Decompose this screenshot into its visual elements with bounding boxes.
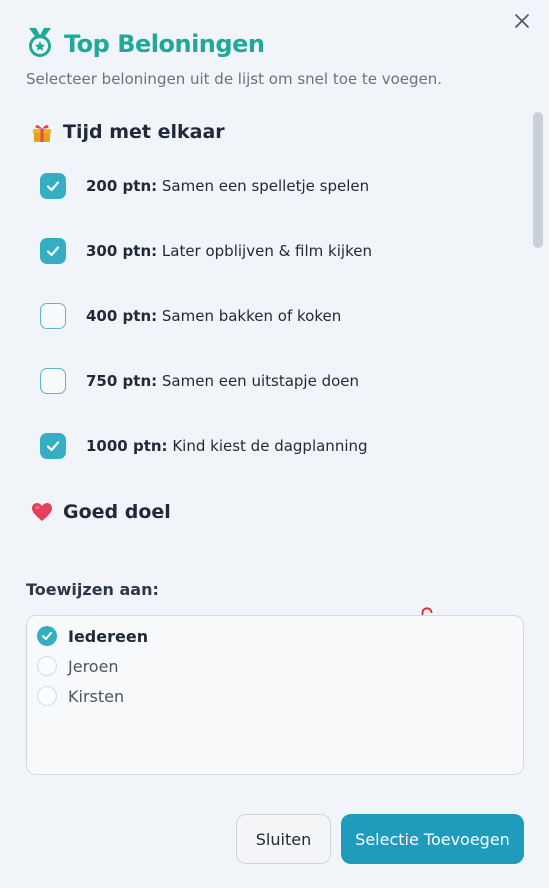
reward-item-400[interactable]: 400 ptn: Samen bakken of koken	[40, 301, 341, 331]
heart-icon	[30, 500, 54, 524]
add-selection-button[interactable]: Selectie Toevoegen	[341, 814, 524, 864]
category-label: Tijd met elkaar	[63, 121, 225, 143]
close-button[interactable]: Sluiten	[236, 814, 331, 864]
reward-list[interactable]: Tijd met elkaar 200 ptn: Samen een spell…	[26, 110, 531, 540]
assignee-option-jeroen[interactable]: Jeroen	[37, 655, 119, 677]
assignee-list: Iedereen Jeroen Kirsten	[26, 615, 524, 775]
checkbox-checked[interactable]	[40, 238, 66, 264]
assign-label: Toewijzen aan:	[26, 580, 159, 599]
category-header-tijd-met-elkaar: Tijd met elkaar	[30, 120, 225, 144]
gift-icon	[30, 120, 54, 144]
assignee-name: Kirsten	[68, 686, 125, 706]
reward-item-300[interactable]: 300 ptn: Later opblijven & film kijken	[40, 236, 372, 266]
scrollbar-thumb[interactable]	[533, 112, 543, 248]
assignee-name: Iedereen	[68, 626, 149, 646]
close-icon[interactable]	[511, 10, 533, 32]
reward-label: 200 ptn: Samen een spelletje spelen	[86, 177, 370, 195]
reward-item-200[interactable]: 200 ptn: Samen een spelletje spelen	[40, 171, 369, 201]
checkbox-checked[interactable]	[40, 433, 66, 459]
dialog-subtitle: Selecteer beloningen uit de lijst om sne…	[26, 70, 443, 88]
reward-label: 400 ptn: Samen bakken of koken	[86, 307, 342, 325]
category-header-goed-doel: Goed doel	[30, 500, 171, 524]
assignee-option-iedereen[interactable]: Iedereen	[37, 625, 148, 647]
reward-item-1000[interactable]: 1000 ptn: Kind kiest de dagplanning	[40, 431, 368, 461]
reward-item-750[interactable]: 750 ptn: Samen een uitstapje doen	[40, 366, 359, 396]
checkbox-checked[interactable]	[40, 173, 66, 199]
category-label: Goed doel	[63, 501, 171, 523]
checkbox-unchecked[interactable]	[40, 303, 66, 329]
radio-unselected[interactable]	[37, 686, 57, 706]
reward-label: 300 ptn: Later opblijven & film kijken	[86, 242, 372, 260]
assignee-name: Jeroen	[68, 656, 119, 676]
assignee-option-kirsten[interactable]: Kirsten	[37, 685, 124, 707]
radio-unselected[interactable]	[37, 656, 57, 676]
dialog-header: Top Beloningen	[26, 26, 265, 62]
dialog-title: Top Beloningen	[64, 30, 265, 58]
checkbox-unchecked[interactable]	[40, 368, 66, 394]
reward-label: 750 ptn: Samen een uitstapje doen	[86, 372, 360, 390]
medal-icon	[26, 26, 54, 62]
radio-selected[interactable]	[37, 626, 57, 646]
reward-label: 1000 ptn: Kind kiest de dagplanning	[86, 437, 368, 455]
